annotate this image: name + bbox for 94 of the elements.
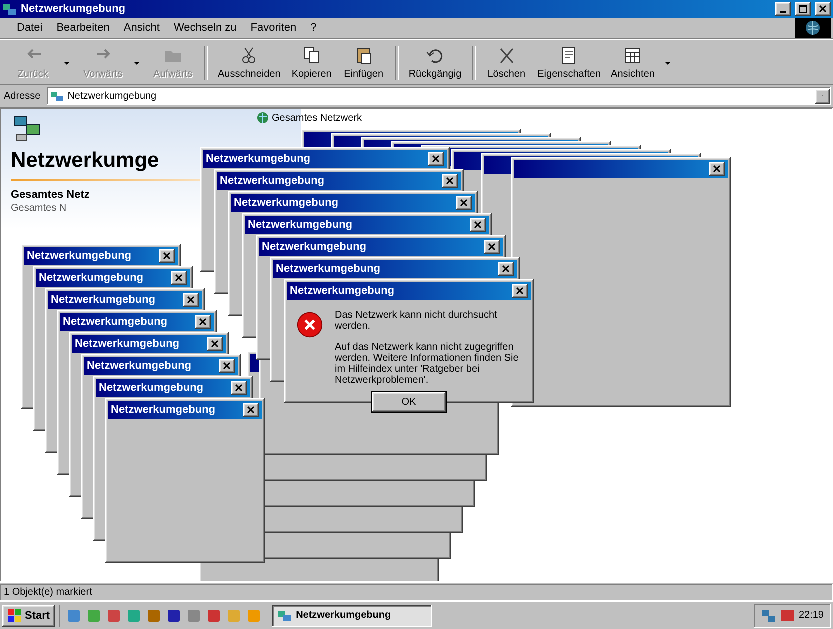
toolbar-button[interactable]: Kopieren: [286, 42, 337, 84]
dialog-title: Netzwerkumgebung: [220, 175, 326, 187]
close-icon: [163, 252, 171, 260]
dialog-title: Netzwerkumgebung: [290, 285, 396, 297]
toolbar-button[interactable]: Ansichten: [607, 42, 659, 84]
dialog-title: Netzwerkumgebung: [248, 219, 354, 231]
network-link[interactable]: Gesamtes Netzwerk: [272, 112, 362, 124]
dropdown-button[interactable]: [815, 88, 830, 104]
close-icon: [223, 362, 231, 370]
menu-item[interactable]: Bearbeiten: [50, 20, 117, 36]
grid-icon: [622, 46, 643, 66]
selection-title: Gesamtes Netz: [11, 189, 90, 201]
dialog-title: Netzwerkumgebung: [87, 360, 193, 372]
close-button[interactable]: [470, 218, 486, 232]
close-button[interactable]: [159, 249, 175, 263]
close-button[interactable]: [183, 293, 199, 307]
dialog-title: Netzwerkumgebung: [276, 263, 382, 275]
close-icon: [460, 199, 468, 207]
menu-item[interactable]: Ansicht: [116, 20, 167, 36]
dialog-title: Netzwerkumgebung: [262, 241, 368, 253]
window-title: Netzwerkumgebung: [21, 3, 127, 15]
close-button[interactable]: [498, 262, 514, 276]
close-icon: [211, 340, 219, 348]
close-icon: [199, 318, 207, 326]
status-bar: 1 Objekt(e) markiert: [0, 584, 833, 600]
close-icon: [819, 5, 827, 13]
close-icon: [175, 274, 183, 282]
dialog-title: Netzwerkumgebung: [27, 250, 133, 262]
close-button[interactable]: [195, 315, 211, 329]
ok-button[interactable]: OK: [372, 392, 446, 412]
close-icon: [446, 177, 454, 185]
maximize-button[interactable]: [795, 2, 811, 16]
windows-flag-icon: [7, 608, 22, 623]
close-button[interactable]: [709, 162, 725, 176]
network-icon: [2, 2, 17, 16]
quick-launch-icon[interactable]: [206, 608, 222, 624]
start-button[interactable]: Start: [2, 604, 56, 626]
close-icon: [432, 155, 440, 163]
quick-launch-icon[interactable]: [166, 608, 182, 624]
close-icon: [516, 287, 524, 295]
selection-subtitle: Gesamtes N: [11, 203, 67, 214]
monitor-icon: [780, 608, 795, 623]
dialog-title: Netzwerkumgebung: [63, 316, 169, 328]
dialog-title: Netzwerkumgebung: [51, 294, 157, 306]
toolbar-button[interactable]: Ausschneiden: [214, 42, 285, 84]
error-icon: [297, 310, 323, 340]
close-button[interactable]: [231, 381, 247, 395]
network-icon: [277, 608, 292, 623]
close-icon: [187, 296, 195, 304]
minimize-button[interactable]: [775, 2, 791, 16]
close-icon: [713, 165, 721, 173]
menu-item[interactable]: Wechseln zu: [166, 20, 244, 36]
close-icon: [235, 384, 243, 392]
address-field[interactable]: Netzwerkumgebung: [46, 87, 831, 105]
close-button[interactable]: [243, 403, 259, 417]
close-icon: [474, 221, 482, 229]
toolbar-button[interactable]: Eigenschaften: [534, 42, 606, 84]
network-icon: [50, 89, 64, 103]
taskbar-button[interactable]: Netzwerkumgebung: [272, 604, 432, 626]
error-details: Auf das Netzwerk kann nicht zugegriffen werden. Weitere Informationen finden Sie im Hilfeindex unter 'Ratgeber bei Netzwerkproblemen'.: [335, 342, 520, 386]
close-icon: [247, 406, 255, 414]
close-button[interactable]: [219, 359, 235, 373]
close-button[interactable]: [442, 174, 458, 188]
close-button[interactable]: [456, 196, 472, 210]
quick-launch-icon[interactable]: [106, 608, 122, 624]
dialog-title: Netzwerkumgebung: [75, 338, 181, 350]
close-button[interactable]: [428, 152, 444, 166]
close-button[interactable]: [484, 240, 500, 254]
menu-item[interactable]: Datei: [10, 20, 50, 36]
globe-icon: [805, 20, 821, 36]
close-button[interactable]: [815, 2, 831, 16]
toolbar-button[interactable]: Einfügen: [338, 42, 389, 84]
folder-heading: Netzwerkumge: [11, 149, 160, 173]
dialog-title: Netzwerkumgebung: [234, 197, 340, 209]
menu-item[interactable]: ?: [304, 20, 324, 36]
toolbar-button[interactable]: Löschen: [482, 42, 532, 84]
dialog-title: Netzwerkumgebung: [99, 382, 205, 394]
close-button[interactable]: [512, 284, 528, 298]
address-label: Adresse: [3, 90, 42, 102]
menu-item[interactable]: Favoriten: [244, 20, 304, 36]
copy-icon: [302, 46, 322, 66]
maximize-icon: [799, 5, 807, 13]
close-button[interactable]: [171, 271, 187, 285]
dialog-title: Netzwerkumgebung: [206, 153, 312, 165]
network-icon: [760, 608, 776, 623]
close-button[interactable]: [207, 337, 223, 351]
globe-icon: [257, 112, 269, 124]
dialog-title: Netzwerkumgebung: [111, 404, 217, 416]
toolbar-button[interactable]: Rückgängig: [404, 42, 466, 84]
close-icon: [502, 265, 510, 273]
dialog-title: Netzwerkumgebung: [39, 272, 145, 284]
clock: 22:19: [798, 610, 824, 621]
error-message: Das Netzwerk kann nicht durchsucht werden.: [335, 310, 498, 332]
close-icon: [488, 243, 496, 251]
